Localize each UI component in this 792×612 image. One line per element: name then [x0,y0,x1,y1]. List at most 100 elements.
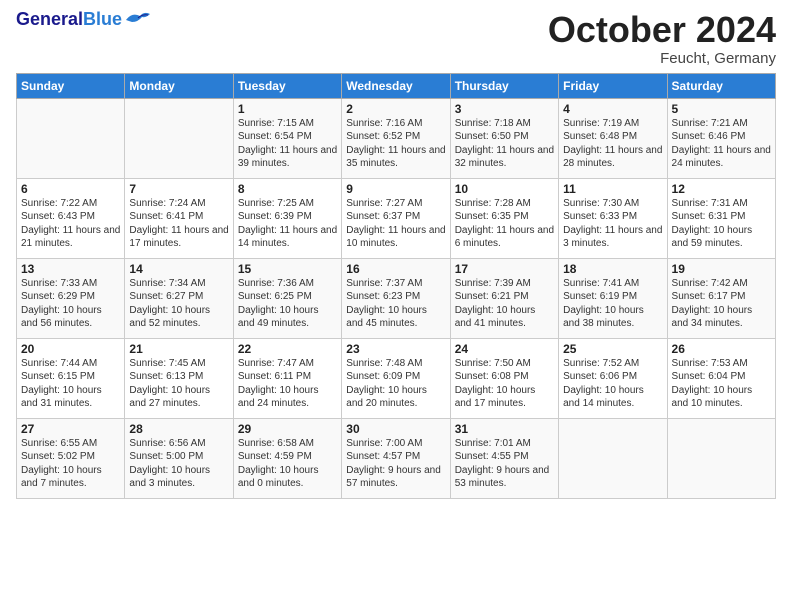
header-row: SundayMondayTuesdayWednesdayThursdayFrid… [17,73,776,98]
calendar-cell: 11Sunrise: 7:30 AMSunset: 6:33 PMDayligh… [559,178,667,258]
calendar-table: SundayMondayTuesdayWednesdayThursdayFrid… [16,73,776,499]
day-number: 20 [21,342,120,356]
day-number: 23 [346,342,445,356]
day-info: Sunrise: 7:19 AMSunset: 6:48 PMDaylight:… [563,117,662,171]
day-number: 17 [455,262,554,276]
month-title: October 2024 [548,10,776,50]
calendar-cell: 24Sunrise: 7:50 AMSunset: 6:08 PMDayligh… [450,338,558,418]
day-info: Sunrise: 7:53 AMSunset: 6:04 PMDaylight:… [672,357,771,411]
day-number: 22 [238,342,337,356]
day-info: Sunrise: 7:33 AMSunset: 6:29 PMDaylight:… [21,277,120,331]
calendar-cell [125,98,233,178]
weekday-header: Sunday [17,73,125,98]
calendar-cell: 4Sunrise: 7:19 AMSunset: 6:48 PMDaylight… [559,98,667,178]
calendar-row: 13Sunrise: 7:33 AMSunset: 6:29 PMDayligh… [17,258,776,338]
day-info: Sunrise: 7:52 AMSunset: 6:06 PMDaylight:… [563,357,662,411]
calendar-cell: 22Sunrise: 7:47 AMSunset: 6:11 PMDayligh… [233,338,341,418]
day-info: Sunrise: 7:00 AMSunset: 4:57 PMDaylight:… [346,437,445,491]
day-number: 2 [346,102,445,116]
logo: GeneralBlue [16,10,152,30]
calendar-cell [667,418,775,498]
calendar-cell [17,98,125,178]
day-number: 12 [672,182,771,196]
calendar-cell: 26Sunrise: 7:53 AMSunset: 6:04 PMDayligh… [667,338,775,418]
calendar-cell: 23Sunrise: 7:48 AMSunset: 6:09 PMDayligh… [342,338,450,418]
logo-text: GeneralBlue [16,10,122,30]
day-number: 28 [129,422,228,436]
calendar-cell: 19Sunrise: 7:42 AMSunset: 6:17 PMDayligh… [667,258,775,338]
calendar-cell [559,418,667,498]
calendar-cell: 5Sunrise: 7:21 AMSunset: 6:46 PMDaylight… [667,98,775,178]
day-info: Sunrise: 7:01 AMSunset: 4:55 PMDaylight:… [455,437,554,491]
calendar-cell: 10Sunrise: 7:28 AMSunset: 6:35 PMDayligh… [450,178,558,258]
day-number: 19 [672,262,771,276]
title-block: October 2024 Feucht, Germany [548,10,776,67]
day-number: 4 [563,102,662,116]
day-number: 8 [238,182,337,196]
day-info: Sunrise: 7:24 AMSunset: 6:41 PMDaylight:… [129,197,228,251]
weekday-header: Wednesday [342,73,450,98]
day-number: 11 [563,182,662,196]
day-number: 21 [129,342,228,356]
day-info: Sunrise: 7:45 AMSunset: 6:13 PMDaylight:… [129,357,228,411]
calendar-cell: 16Sunrise: 7:37 AMSunset: 6:23 PMDayligh… [342,258,450,338]
day-number: 18 [563,262,662,276]
weekday-header: Friday [559,73,667,98]
calendar-row: 6Sunrise: 7:22 AMSunset: 6:43 PMDaylight… [17,178,776,258]
day-info: Sunrise: 6:55 AMSunset: 5:02 PMDaylight:… [21,437,120,491]
location: Feucht, Germany [548,50,776,67]
day-number: 10 [455,182,554,196]
day-info: Sunrise: 7:30 AMSunset: 6:33 PMDaylight:… [563,197,662,251]
day-info: Sunrise: 7:22 AMSunset: 6:43 PMDaylight:… [21,197,120,251]
day-number: 30 [346,422,445,436]
day-info: Sunrise: 7:44 AMSunset: 6:15 PMDaylight:… [21,357,120,411]
calendar-cell: 21Sunrise: 7:45 AMSunset: 6:13 PMDayligh… [125,338,233,418]
day-number: 29 [238,422,337,436]
day-info: Sunrise: 7:18 AMSunset: 6:50 PMDaylight:… [455,117,554,171]
day-number: 3 [455,102,554,116]
calendar-cell: 15Sunrise: 7:36 AMSunset: 6:25 PMDayligh… [233,258,341,338]
day-number: 16 [346,262,445,276]
calendar-cell: 1Sunrise: 7:15 AMSunset: 6:54 PMDaylight… [233,98,341,178]
day-number: 14 [129,262,228,276]
calendar-row: 27Sunrise: 6:55 AMSunset: 5:02 PMDayligh… [17,418,776,498]
calendar-cell: 17Sunrise: 7:39 AMSunset: 6:21 PMDayligh… [450,258,558,338]
day-info: Sunrise: 7:47 AMSunset: 6:11 PMDaylight:… [238,357,337,411]
day-info: Sunrise: 7:27 AMSunset: 6:37 PMDaylight:… [346,197,445,251]
day-number: 9 [346,182,445,196]
day-info: Sunrise: 7:25 AMSunset: 6:39 PMDaylight:… [238,197,337,251]
calendar-cell: 25Sunrise: 7:52 AMSunset: 6:06 PMDayligh… [559,338,667,418]
calendar-cell: 7Sunrise: 7:24 AMSunset: 6:41 PMDaylight… [125,178,233,258]
calendar-cell: 13Sunrise: 7:33 AMSunset: 6:29 PMDayligh… [17,258,125,338]
day-info: Sunrise: 6:56 AMSunset: 5:00 PMDaylight:… [129,437,228,491]
day-number: 7 [129,182,228,196]
calendar-cell: 27Sunrise: 6:55 AMSunset: 5:02 PMDayligh… [17,418,125,498]
day-info: Sunrise: 7:48 AMSunset: 6:09 PMDaylight:… [346,357,445,411]
day-number: 5 [672,102,771,116]
logo-general: General [16,9,83,29]
day-info: Sunrise: 7:28 AMSunset: 6:35 PMDaylight:… [455,197,554,251]
day-info: Sunrise: 7:39 AMSunset: 6:21 PMDaylight:… [455,277,554,331]
calendar-cell: 29Sunrise: 6:58 AMSunset: 4:59 PMDayligh… [233,418,341,498]
day-info: Sunrise: 7:36 AMSunset: 6:25 PMDaylight:… [238,277,337,331]
day-number: 26 [672,342,771,356]
logo-blue: Blue [83,9,122,29]
day-number: 27 [21,422,120,436]
day-number: 1 [238,102,337,116]
day-info: Sunrise: 7:42 AMSunset: 6:17 PMDaylight:… [672,277,771,331]
header: GeneralBlue October 2024 Feucht, Germany [16,10,776,67]
weekday-header: Thursday [450,73,558,98]
calendar-cell: 8Sunrise: 7:25 AMSunset: 6:39 PMDaylight… [233,178,341,258]
logo-bird-icon [124,10,152,30]
day-number: 31 [455,422,554,436]
weekday-header: Monday [125,73,233,98]
day-number: 13 [21,262,120,276]
calendar-cell: 6Sunrise: 7:22 AMSunset: 6:43 PMDaylight… [17,178,125,258]
day-info: Sunrise: 7:31 AMSunset: 6:31 PMDaylight:… [672,197,771,251]
day-number: 6 [21,182,120,196]
calendar-cell: 14Sunrise: 7:34 AMSunset: 6:27 PMDayligh… [125,258,233,338]
calendar-row: 20Sunrise: 7:44 AMSunset: 6:15 PMDayligh… [17,338,776,418]
weekday-header: Saturday [667,73,775,98]
day-info: Sunrise: 7:21 AMSunset: 6:46 PMDaylight:… [672,117,771,171]
day-number: 15 [238,262,337,276]
